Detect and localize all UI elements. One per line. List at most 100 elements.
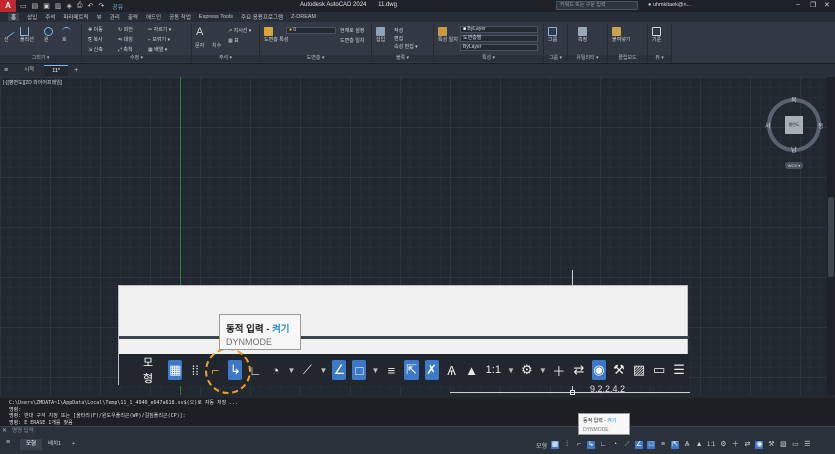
viewcube-east[interactable]: 동 <box>818 121 824 130</box>
status-scale-icon[interactable]: ▲ <box>695 441 703 449</box>
maximize-button[interactable]: ❐ <box>810 1 816 9</box>
add-layout-button[interactable]: + <box>66 439 81 450</box>
grid-icon[interactable]: ▦ <box>168 360 183 380</box>
status-lock-icon[interactable]: ⚒ <box>767 441 775 449</box>
units-icon[interactable]: ⇄ <box>572 360 586 380</box>
block-group-label[interactable]: 블록 ▾ <box>372 55 433 62</box>
layer-dropdown[interactable]: ● 0 <box>286 27 336 34</box>
model-space-label[interactable]: 모형 <box>143 354 157 386</box>
lineweight-icon[interactable]: ≡ <box>384 360 398 380</box>
utilities-group-label[interactable]: 유틸리티 ▾ <box>568 55 607 62</box>
status-isodraft-icon[interactable]: ⟋ <box>623 441 631 449</box>
tab-drawing-11[interactable]: 11* <box>44 65 69 76</box>
tab-start[interactable]: 시작 <box>16 65 42 76</box>
status-infer-icon[interactable]: ⌐ <box>575 441 583 449</box>
status-grid-icon[interactable]: ▦ <box>551 441 560 449</box>
rotate-tool[interactable]: ↻ 회전 <box>118 26 133 33</box>
print-icon[interactable]: ⎙ <box>77 2 83 10</box>
isolate-objects-icon[interactable]: ▨ <box>632 360 646 380</box>
viewport-controls[interactable]: [-][평면도][2D 와이어프레임] <box>3 79 62 86</box>
lock-ui-icon[interactable]: ⚒ <box>612 360 626 380</box>
tab-parametric[interactable]: 파라메트릭 <box>63 13 88 21</box>
status-quickprops-icon[interactable]: ◉ <box>755 441 764 449</box>
annotation-visibility-icon[interactable]: Ѧ <box>445 360 459 380</box>
table-tool[interactable]: ▦ 표 <box>228 37 239 44</box>
close-command-icon[interactable]: ✕ <box>2 427 7 436</box>
vertical-scrollbar[interactable] <box>827 77 835 395</box>
search-input[interactable]: 키워드 또는 구문 입력 <box>556 1 638 10</box>
set-current-tool[interactable]: 현재로 설정 <box>340 27 364 34</box>
tab-collaborate[interactable]: 공동 작업 <box>169 13 191 21</box>
leader-tool[interactable]: ↗ 지시선 ▾ <box>228 27 251 34</box>
base-view-tool[interactable]: 기준 <box>652 27 661 43</box>
status-transparency-icon[interactable]: ⇱ <box>671 441 680 449</box>
polyline-tool[interactable]: 폴리선 <box>20 27 34 43</box>
fillet-tool[interactable]: ⌐ 모깎기 ▾ <box>148 36 170 43</box>
workspace-chevron-down-icon[interactable]: ▼ <box>539 366 547 375</box>
move-tool[interactable]: ✥ 이동 <box>88 26 103 33</box>
layer-properties-tool[interactable]: 도면층 특성 <box>264 27 288 43</box>
edit-attributes-tool[interactable]: 속성 편집 ▾ <box>394 43 418 50</box>
status-model-label[interactable]: 모형 <box>536 441 547 450</box>
status-menu-icon[interactable]: ☰ <box>803 441 811 449</box>
tab-layout1[interactable]: 배치1 <box>42 439 67 450</box>
viewcube-north[interactable]: 북 <box>791 95 797 104</box>
tab-view[interactable]: 뷰 <box>97 13 102 21</box>
annotation-monitor-icon[interactable]: ＋ <box>552 360 566 380</box>
view-group-label[interactable]: 뷰 ▾ <box>648 55 671 62</box>
match-layer-tool[interactable]: 도면층 일치 <box>340 37 364 44</box>
tab-insert[interactable]: 삽입 <box>27 13 37 21</box>
status-isolate-icon[interactable]: ▨ <box>779 441 787 449</box>
text-icon[interactable]: A <box>196 26 203 38</box>
trim-tool[interactable]: ✂ 자르기 ▾ <box>148 26 171 33</box>
menu-icon[interactable]: ≡ <box>4 67 8 74</box>
open-icon[interactable]: ▤ <box>32 2 39 10</box>
lineweight-dropdown[interactable]: ByLayer <box>460 44 538 51</box>
transparency-icon[interactable]: ⇱ <box>404 360 419 380</box>
status-otrack-icon[interactable]: ∠ <box>635 441 644 449</box>
group-tool[interactable]: 그룹 <box>548 27 557 43</box>
draw-group-label[interactable]: 그리기 ▾ <box>0 55 81 62</box>
tab-output[interactable]: 출력 <box>128 13 138 21</box>
annotation-scale-value[interactable]: 1:1 <box>486 364 501 376</box>
edit-block-tool[interactable]: 편집 <box>394 35 403 42</box>
status-plus-icon[interactable]: ＋ <box>731 441 739 449</box>
create-block-tool[interactable]: 작성 <box>394 27 403 34</box>
command-line-input[interactable]: ✕ 명령 입력 <box>0 426 835 436</box>
new-tab-icon[interactable]: + <box>74 67 78 74</box>
status-snap-icon[interactable]: ⁞ <box>563 441 571 449</box>
modify-group-label[interactable]: 수정 ▾ <box>82 55 191 62</box>
annotation-scale-icon[interactable]: ▲ <box>465 360 479 380</box>
layers-group-label[interactable]: 도면층 ▾ <box>260 55 371 62</box>
workspace-gear-icon[interactable]: ⚙ <box>520 360 534 380</box>
object-snap-icon[interactable]: □ <box>352 360 367 380</box>
copy-tool[interactable]: ⎘ 복사 <box>88 36 103 43</box>
scrollbar-thumb[interactable] <box>828 197 834 277</box>
isodraft-icon[interactable]: ⟋ <box>300 360 314 380</box>
wcs-menu[interactable]: WCS ▾ <box>785 162 803 169</box>
status-lineweight-icon[interactable]: ≡ <box>659 441 667 449</box>
customization-menu-icon[interactable]: ☰ <box>672 360 686 380</box>
tab-z-dream[interactable]: Z-DREAM <box>291 14 316 20</box>
snap-icon[interactable]: ⁞⁞ <box>188 360 202 380</box>
viewcube-west[interactable]: 서 <box>765 121 771 130</box>
save-as-icon[interactable]: ▥ <box>55 2 62 10</box>
layout-menu-icon[interactable]: ≡ <box>6 439 10 446</box>
polar-chevron-down-icon[interactable]: ▼ <box>288 366 296 375</box>
new-icon[interactable]: ▭ <box>20 2 27 10</box>
status-osnap-icon[interactable]: □ <box>647 441 656 449</box>
redo-icon[interactable]: ↷ <box>98 2 104 10</box>
web-icon[interactable]: ◈ <box>67 2 72 10</box>
viewcube-face[interactable]: 평면도 <box>785 116 803 134</box>
tab-annotate[interactable]: 주석 <box>45 13 55 21</box>
circle-tool[interactable]: 원 <box>44 27 53 43</box>
undo-icon[interactable]: ↶ <box>88 2 94 10</box>
status-cleanscreen-icon[interactable]: ▭ <box>791 441 799 449</box>
tab-featured-apps[interactable]: 주요 응용프로그램 <box>241 13 283 21</box>
share-button[interactable]: 공유 <box>112 2 123 11</box>
viewcube[interactable]: 평면도 <box>767 98 821 152</box>
polar-tracking-icon[interactable]: ◔ <box>268 360 282 380</box>
color-dropdown[interactable]: ■ ByLayer <box>460 26 538 33</box>
paste-tool[interactable]: 붙여넣기 <box>612 27 630 43</box>
status-annotation-icon[interactable]: Ѧ <box>683 441 691 449</box>
